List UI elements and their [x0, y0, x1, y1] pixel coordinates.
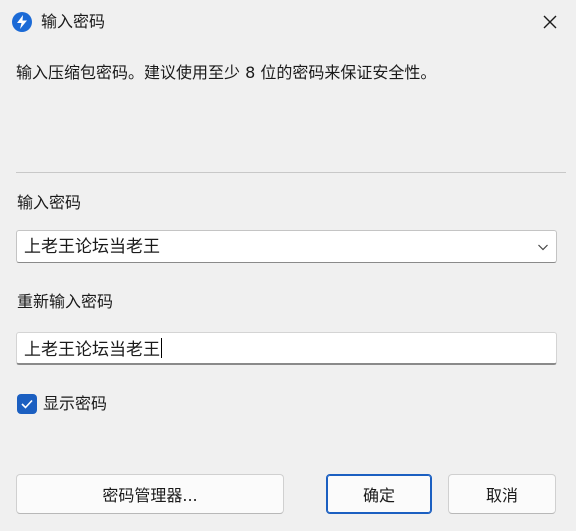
title-bar: 输入密码 — [0, 0, 576, 44]
password-manager-button[interactable]: 密码管理器... — [16, 474, 284, 514]
close-icon — [543, 15, 557, 29]
password-label: 输入密码 — [17, 193, 82, 212]
lightning-icon — [12, 12, 32, 32]
show-password-label: 显示密码 — [43, 394, 108, 413]
close-button[interactable] — [530, 4, 570, 40]
password-dialog: 输入密码 输入压缩包密码。建议使用至少 8 位的密码来保证安全性。 输入密码 上… — [0, 0, 576, 531]
window-title: 输入密码 — [41, 12, 106, 31]
confirm-password-value: 上老王论坛当老王 — [24, 340, 160, 360]
checkmark-icon — [21, 399, 33, 409]
password-combobox[interactable]: 上老王论坛当老王 — [16, 230, 557, 263]
cancel-button[interactable]: 取消 — [448, 474, 556, 514]
ok-button[interactable]: 确定 — [326, 474, 432, 514]
confirm-password-input[interactable]: 上老王论坛当老王 — [16, 332, 557, 365]
show-password-option[interactable]: 显示密码 — [17, 393, 107, 415]
password-value: 上老王论坛当老王 — [24, 237, 160, 257]
show-password-checkbox[interactable] — [17, 394, 37, 414]
chevron-down-icon[interactable] — [537, 241, 549, 253]
divider — [16, 172, 566, 173]
confirm-password-label: 重新输入密码 — [17, 292, 114, 311]
dialog-description: 输入压缩包密码。建议使用至少 8 位的密码来保证安全性。 — [16, 63, 437, 82]
text-caret — [161, 338, 162, 358]
